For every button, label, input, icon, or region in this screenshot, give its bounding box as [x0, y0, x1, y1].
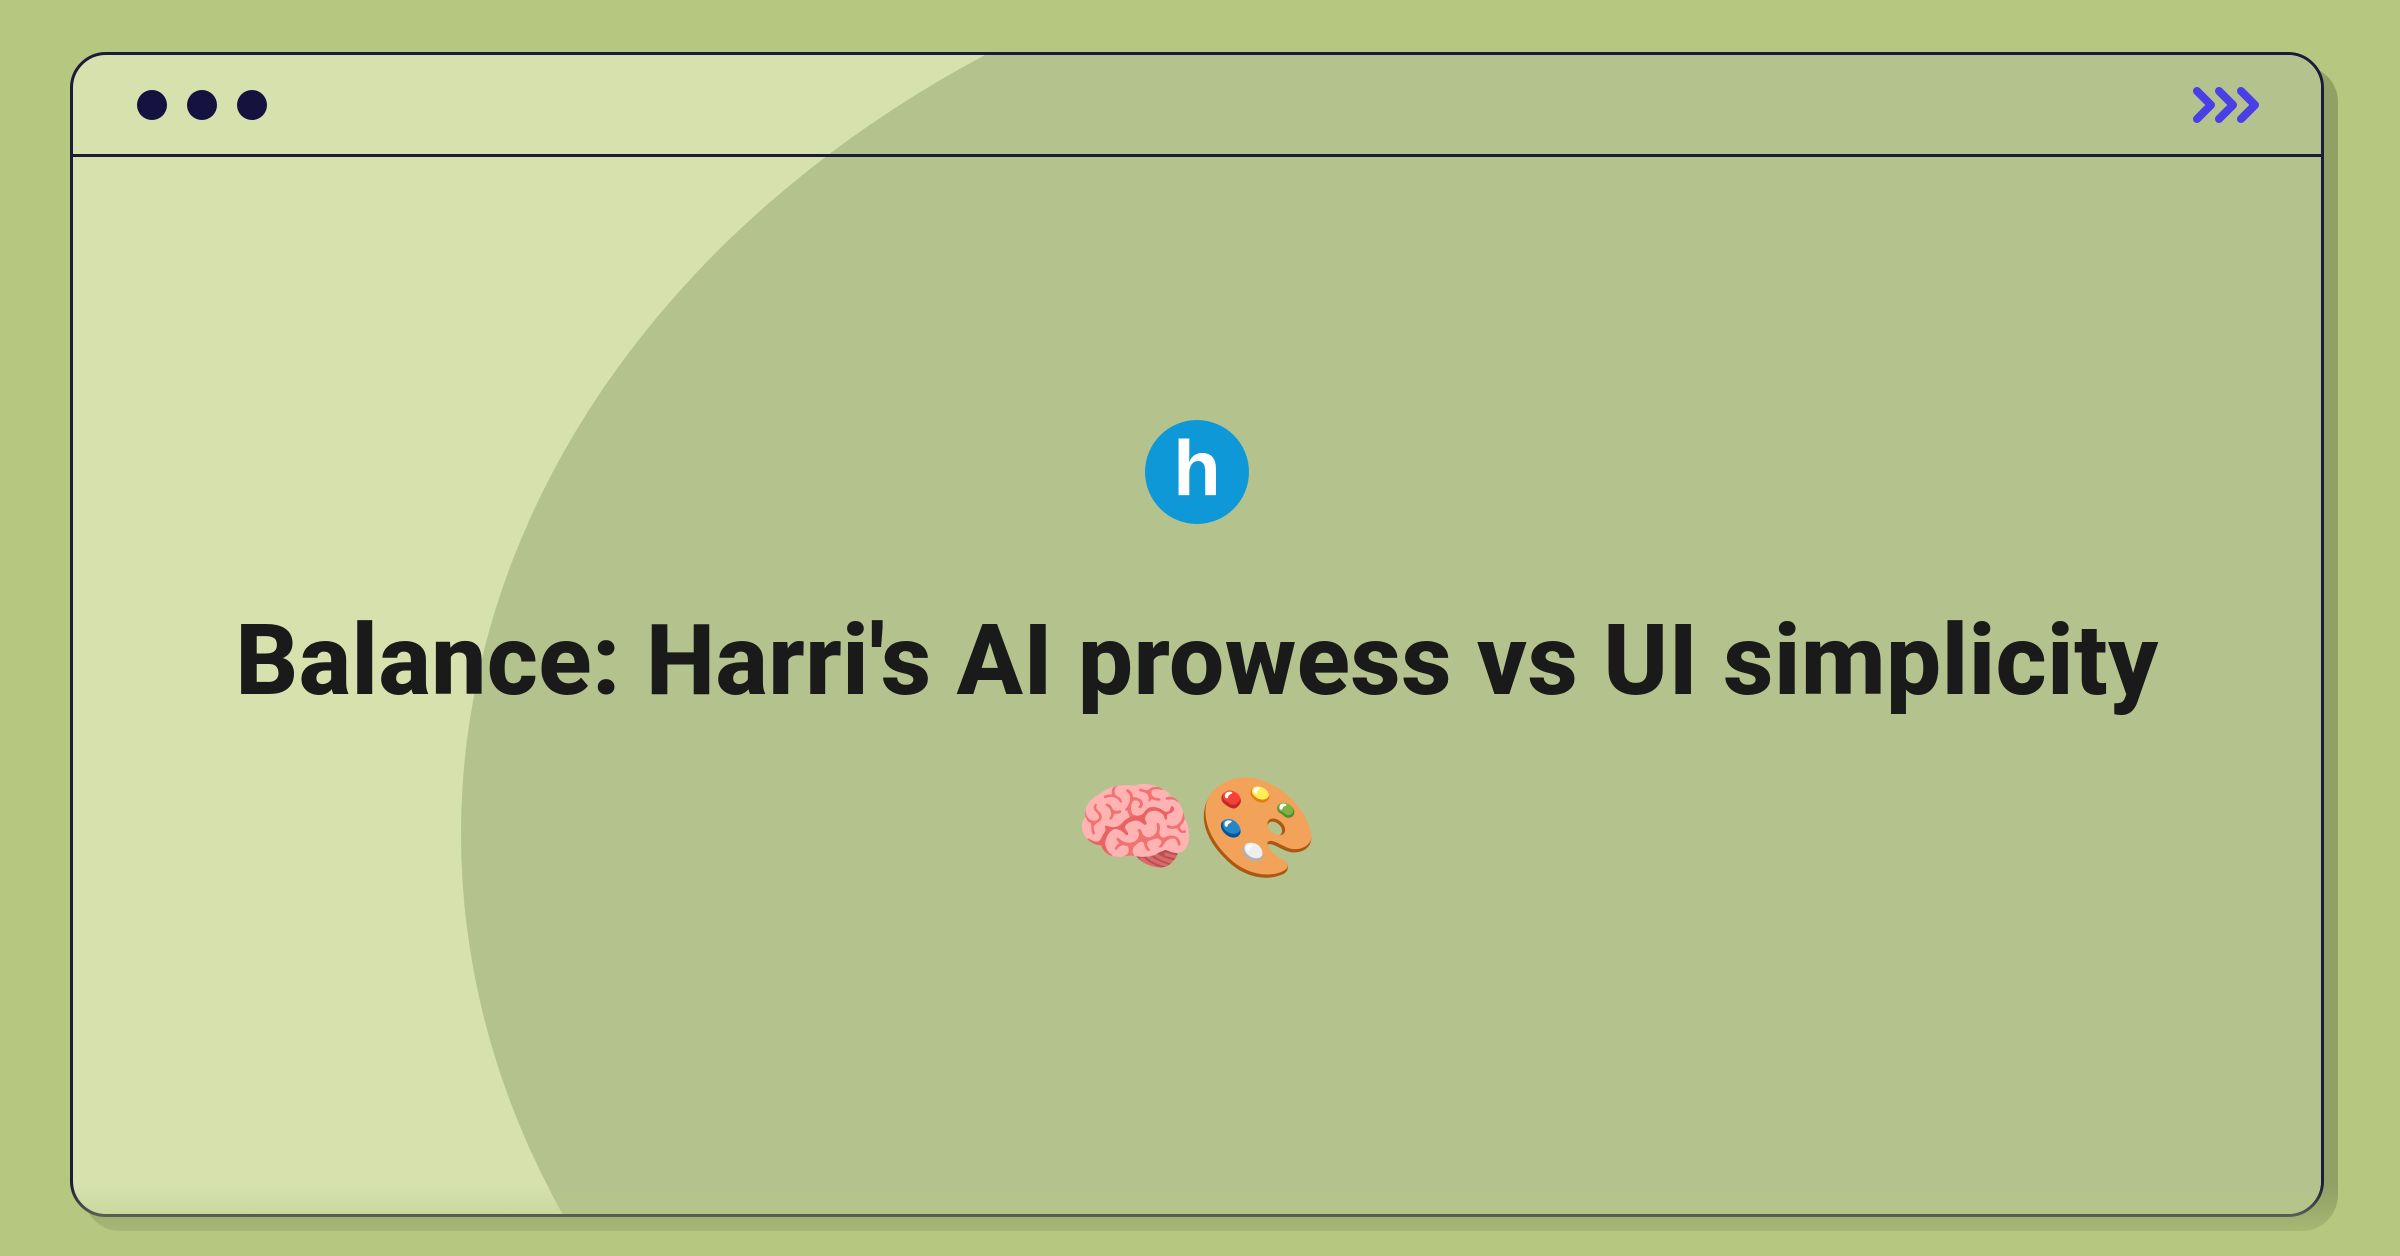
brand-logo-letter: h: [1173, 429, 1221, 507]
window-dot-icon: [137, 90, 167, 120]
titlebar: [73, 55, 2321, 157]
card-content: h Balance: Harri's AI prowess vs UI simp…: [73, 157, 2321, 1214]
headline-emoji: 🧠🎨: [1074, 770, 1319, 885]
window-dot-icon: [237, 90, 267, 120]
headline-text: Balance: Harri's AI prowess vs UI simpli…: [235, 603, 2158, 718]
headline: Balance: Harri's AI prowess vs UI simpli…: [197, 578, 2197, 911]
browser-frame-card: h Balance: Harri's AI prowess vs UI simp…: [70, 52, 2324, 1217]
brand-logo: h: [1145, 420, 1249, 524]
forward-chevrons-icon: [2193, 85, 2265, 125]
window-dots: [137, 90, 267, 120]
window-dot-icon: [187, 90, 217, 120]
